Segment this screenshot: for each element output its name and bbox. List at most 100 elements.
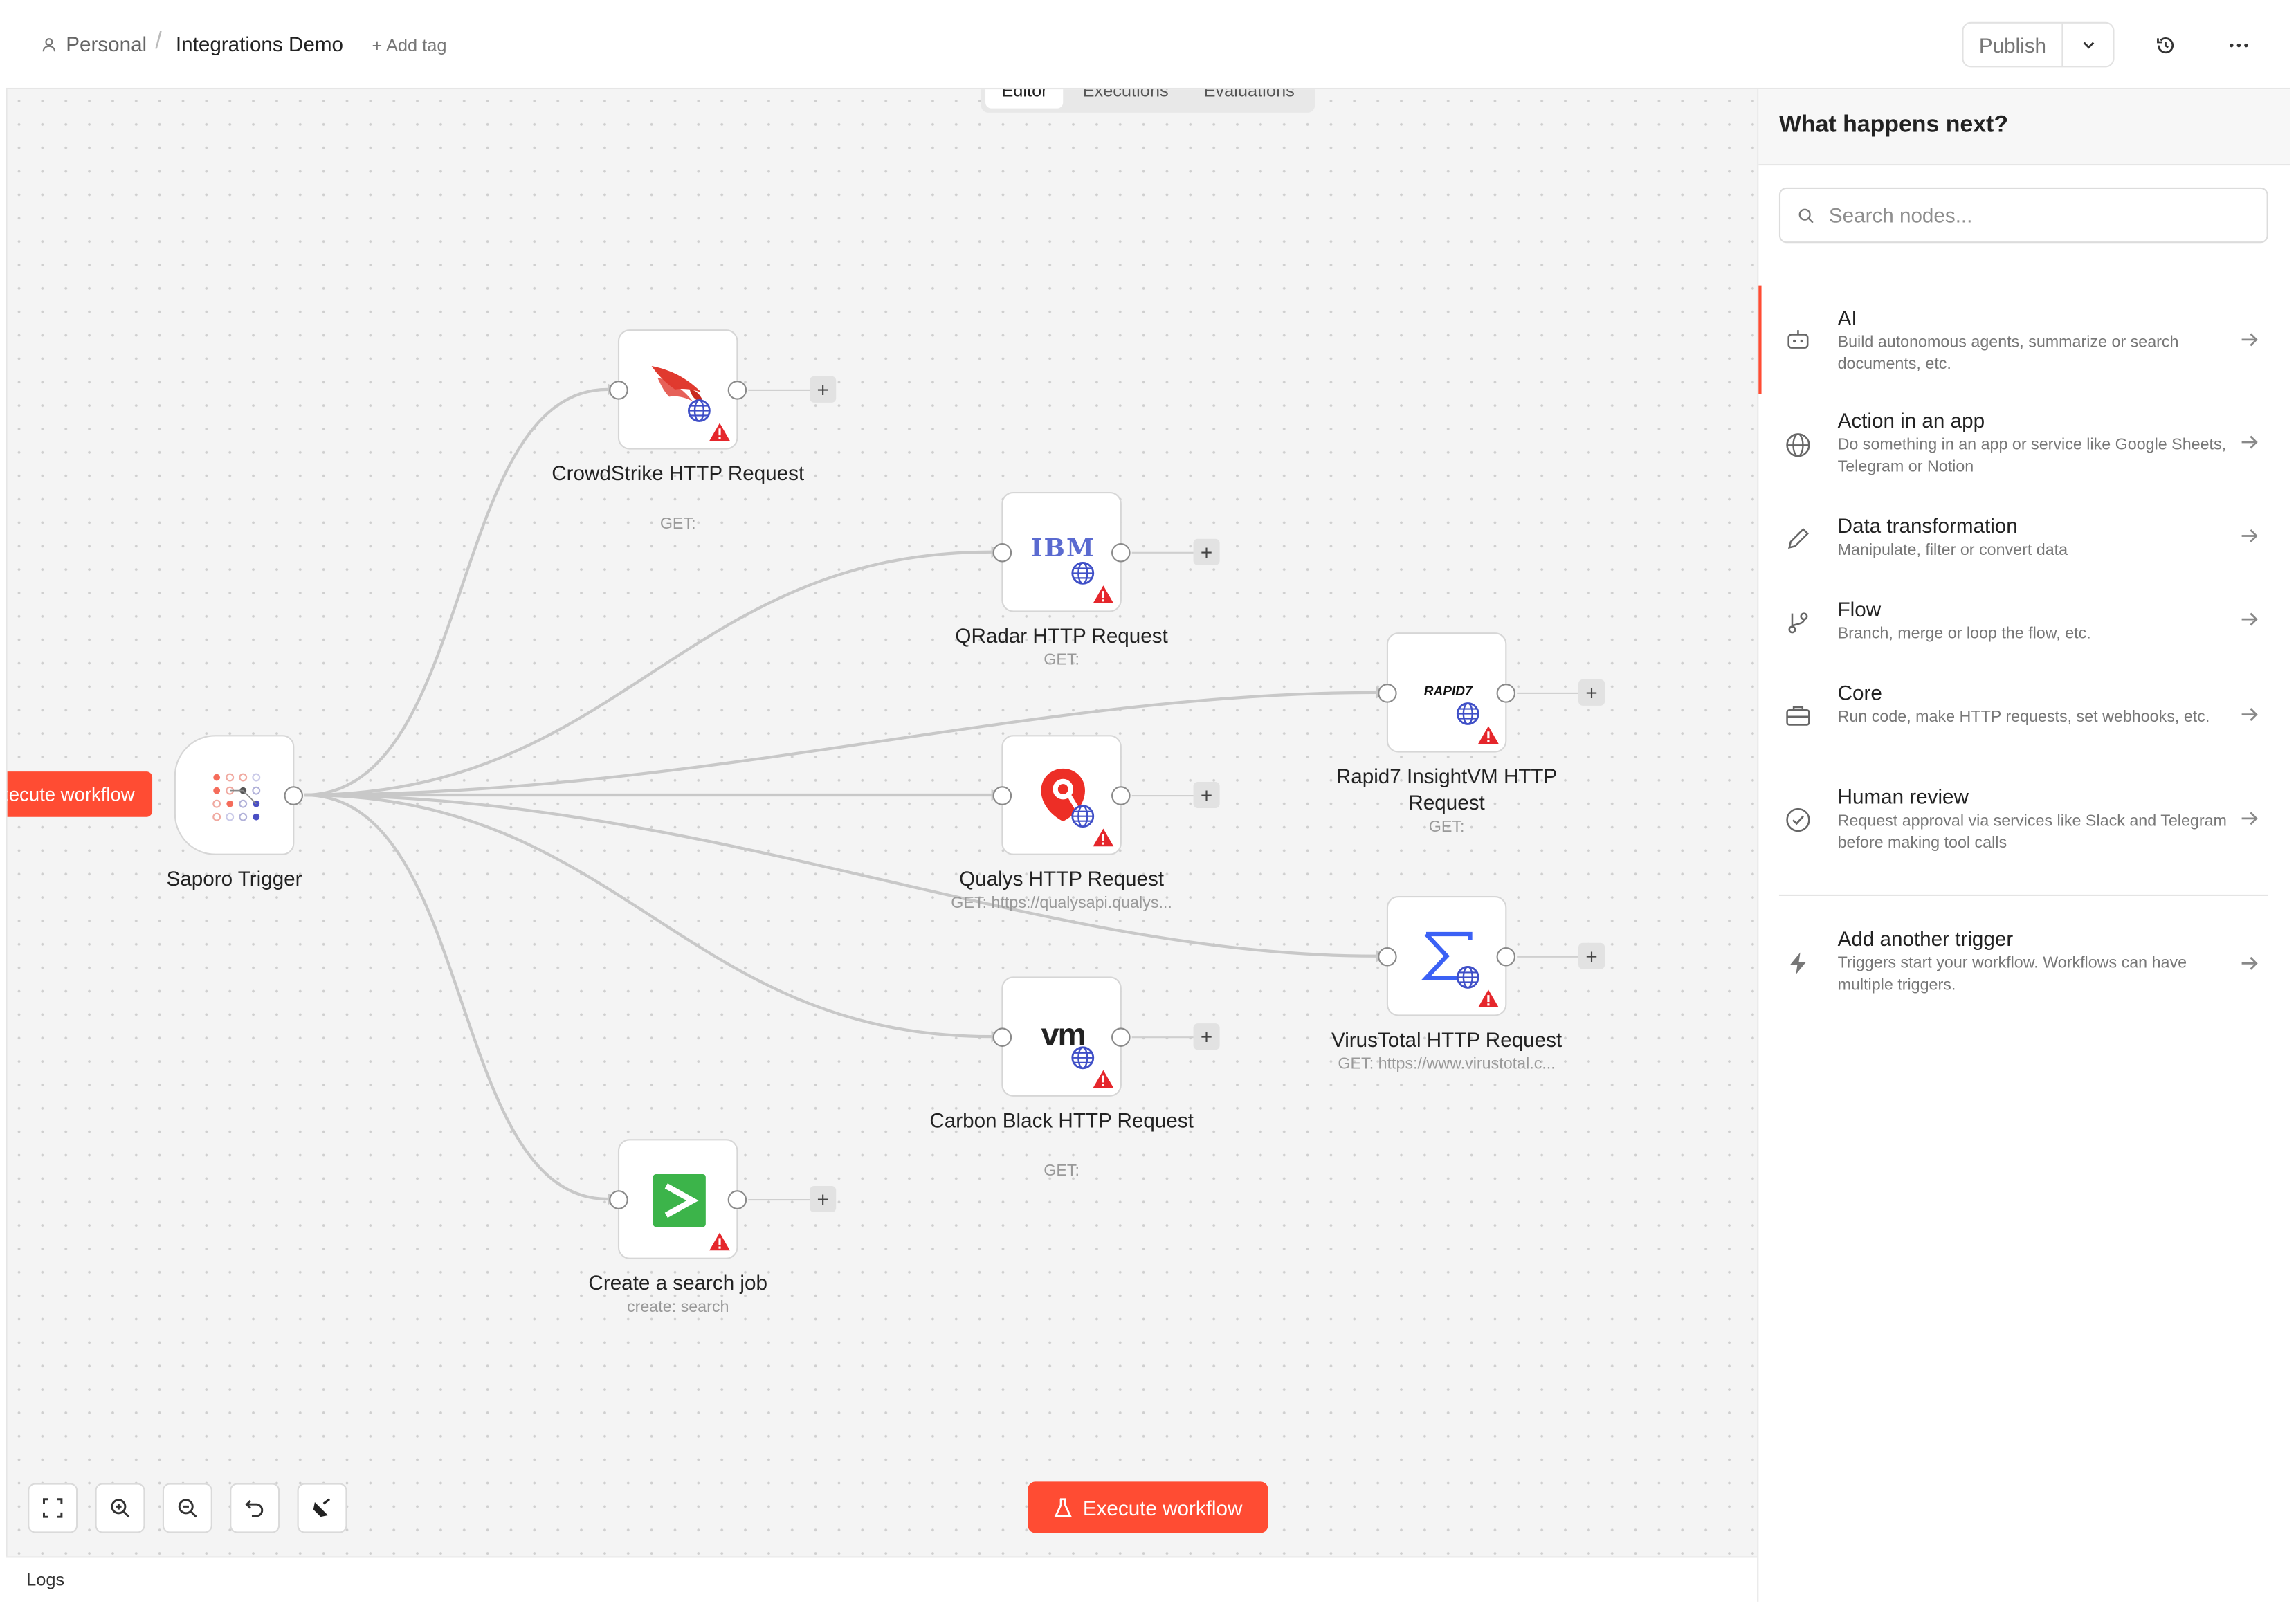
input-port[interactable] xyxy=(1378,684,1397,703)
add-node-button[interactable]: + xyxy=(1578,679,1605,706)
add-tag-button[interactable]: + Add tag xyxy=(372,35,446,56)
input-port[interactable] xyxy=(609,381,628,400)
output-port[interactable] xyxy=(284,786,304,805)
category-description: Request approval via services like Slack… xyxy=(1837,812,2227,852)
category-description: Do something in an app or service like G… xyxy=(1837,436,2227,476)
flask-icon xyxy=(1053,1497,1071,1517)
node-label-qradar: QRadar HTTP Request xyxy=(955,623,1168,648)
category-title: Data transformation xyxy=(1837,513,2018,538)
category-description: Triggers start your workflow. Workflows … xyxy=(1837,954,2187,994)
view-tabs: Editor Executions Evaluations xyxy=(981,89,1315,113)
breadcrumb-separator: / xyxy=(155,29,162,55)
category-description: Build autonomous agents, summarize or se… xyxy=(1837,334,2179,374)
breadcrumb-owner[interactable]: Personal xyxy=(41,33,147,55)
more-options-button[interactable] xyxy=(2220,26,2258,64)
tab-editor[interactable]: Editor xyxy=(985,89,1064,108)
arrow-right-icon xyxy=(2241,529,2258,542)
add-node-button[interactable]: + xyxy=(810,376,837,403)
warning-icon xyxy=(709,423,730,441)
input-port[interactable] xyxy=(992,786,1012,805)
edge-to-searchjob xyxy=(304,793,608,1201)
add-node-button[interactable]: + xyxy=(1578,942,1605,969)
arrow-right-icon xyxy=(2241,435,2258,449)
add-node-button[interactable]: + xyxy=(1193,538,1220,565)
rapid7-logo-icon: RAPID7 xyxy=(1423,684,1473,699)
node-qradar[interactable]: IBM xyxy=(992,491,1131,612)
zoom-out-button[interactable] xyxy=(162,1483,212,1533)
publish-dropdown-button[interactable] xyxy=(2063,24,2113,66)
output-connector xyxy=(1131,1036,1194,1039)
category-data-transformation[interactable]: Data transformation Manipulate, filter o… xyxy=(1758,505,2291,569)
node-carbonblack[interactable]: vm xyxy=(992,976,1131,1097)
node-label-crowdstrike: CrowdStrike HTTP Request xyxy=(552,461,805,485)
node-saporo-trigger[interactable] xyxy=(174,735,304,855)
history-icon xyxy=(2157,37,2174,54)
tab-executions[interactable]: Executions xyxy=(1066,89,1185,107)
node-crowdstrike[interactable] xyxy=(609,329,747,450)
edge-to-crowdstrike xyxy=(304,387,608,797)
add-node-button[interactable]: + xyxy=(810,1185,837,1213)
node-virustotal[interactable] xyxy=(1378,895,1516,1016)
category-add-trigger[interactable]: Add another trigger Triggers start your … xyxy=(1758,918,2291,1006)
node-label-rapid7: Rapid7 InsightVM HTTP Request xyxy=(1336,764,1558,814)
node-create-search-job[interactable] xyxy=(609,1139,747,1259)
tab-evaluations[interactable]: Evaluations xyxy=(1187,89,1311,107)
canvas-controls xyxy=(28,1483,347,1533)
input-port[interactable] xyxy=(992,1027,1012,1047)
bolt-icon xyxy=(1782,947,1814,980)
node-label-saporo-trigger: Saporo Trigger xyxy=(166,866,302,890)
add-node-button[interactable]: + xyxy=(1193,1023,1220,1050)
category-ai[interactable]: AI Build autonomous agents, summarize or… xyxy=(1758,285,2291,394)
node-subtitle-searchjob: create: search xyxy=(626,1298,729,1317)
add-node-button[interactable]: + xyxy=(1193,781,1220,809)
execute-workflow-side-button[interactable]: Execute workflow xyxy=(7,771,153,817)
input-port[interactable] xyxy=(609,1190,628,1209)
category-description: Run code, make HTTP requests, set webhoo… xyxy=(1837,709,2210,727)
output-connector xyxy=(1517,692,1579,694)
node-label-searchjob: Create a search job xyxy=(588,1270,767,1295)
reset-zoom-button[interactable] xyxy=(230,1483,280,1533)
input-port[interactable] xyxy=(1378,947,1397,967)
category-core[interactable]: Core Run code, make HTTP requests, set w… xyxy=(1758,672,2291,760)
category-title: AI xyxy=(1837,306,1857,330)
edge-to-rapid7 xyxy=(304,691,1377,797)
globe-icon xyxy=(1456,966,1479,989)
node-subtitle-carbonblack: GET: xyxy=(1044,1162,1079,1180)
node-rapid7[interactable]: RAPID7 xyxy=(1378,632,1516,753)
category-human-review[interactable]: Human review Request approval via servic… xyxy=(1758,776,2291,864)
output-port[interactable] xyxy=(727,1190,747,1209)
tidy-up-button[interactable] xyxy=(297,1483,347,1533)
output-port[interactable] xyxy=(1111,786,1131,805)
publish-button[interactable]: Publish xyxy=(1964,23,2063,66)
execute-workflow-label: Execute workflow xyxy=(1082,1495,1243,1519)
logs-bar[interactable]: Logs xyxy=(6,1556,1758,1602)
panel-title: What happens next? xyxy=(1758,89,2290,166)
zoom-in-button[interactable] xyxy=(95,1483,145,1533)
arrow-right-icon xyxy=(2241,956,2258,970)
category-action-in-app[interactable]: Action in an app Do something in an app … xyxy=(1758,400,2291,488)
node-subtitle-qualys: GET: https://qualysapi.qualys... xyxy=(951,894,1172,913)
search-input[interactable] xyxy=(1828,203,2239,227)
node-subtitle-virustotal: GET: https://www.virustotal.c... xyxy=(1338,1055,1556,1074)
globe-icon xyxy=(1782,429,1814,462)
category-flow[interactable]: Flow Branch, merge or loop the flow, etc… xyxy=(1758,589,2291,653)
output-port[interactable] xyxy=(727,381,747,400)
node-qualys[interactable] xyxy=(992,735,1131,855)
ibm-logo-icon: IBM xyxy=(1030,534,1095,564)
input-port[interactable] xyxy=(992,543,1012,563)
search-field[interactable] xyxy=(1778,187,2268,244)
globe-icon xyxy=(1071,562,1095,585)
warning-icon xyxy=(709,1232,730,1251)
warning-icon xyxy=(1093,828,1114,847)
output-port[interactable] xyxy=(1496,947,1516,967)
output-port[interactable] xyxy=(1496,684,1516,703)
history-button[interactable] xyxy=(2147,26,2185,64)
fit-view-button[interactable] xyxy=(28,1483,78,1533)
globe-icon xyxy=(1071,805,1095,828)
output-port[interactable] xyxy=(1111,1027,1131,1047)
output-connector xyxy=(748,389,810,391)
workflow-title[interactable]: Integrations Demo xyxy=(176,33,343,56)
output-port[interactable] xyxy=(1111,543,1131,563)
workflow-canvas[interactable]: Editor Executions Evaluations Execute wo… xyxy=(6,89,1758,1557)
execute-workflow-button[interactable]: Execute workflow xyxy=(1028,1481,1268,1533)
